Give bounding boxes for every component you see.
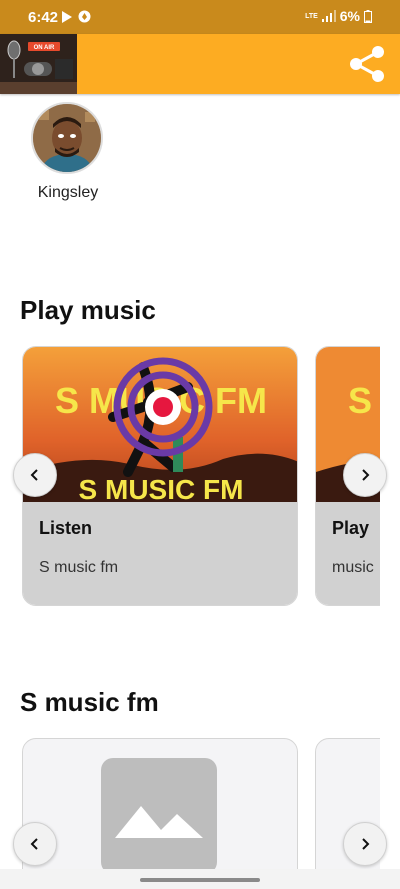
carousel-next-button-2[interactable]	[343, 822, 387, 866]
card-play-title: Play	[332, 518, 370, 538]
signal-icon	[321, 10, 336, 22]
profile[interactable]: Kingsley	[28, 102, 108, 202]
share-button[interactable]	[346, 42, 390, 86]
play-icon	[62, 10, 72, 23]
status-notification-icons	[62, 10, 91, 23]
card-listen-subtitle: S music fm	[39, 559, 119, 576]
s-music-fm-carousel[interactable]	[20, 738, 380, 869]
radio-studio-logo[interactable]: ON AIR	[0, 34, 77, 94]
app-bar: ON AIR	[0, 34, 400, 94]
card-play-subtitle: music	[332, 559, 374, 576]
chevron-left-icon	[30, 469, 38, 481]
section-title-play-music: Play music	[20, 295, 156, 325]
play-music-carousel[interactable]: S MUSIC FM S MUSIC FM Listen S music fm …	[20, 346, 380, 606]
carousel-next-button[interactable]	[343, 453, 387, 497]
status-time: 6:42	[28, 9, 59, 26]
image-placeholder-icon	[101, 758, 217, 869]
s-music-fm-card[interactable]	[22, 738, 298, 869]
svg-text:ON AIR: ON AIR	[34, 45, 55, 51]
carousel-prev-button-2[interactable]	[13, 822, 57, 866]
battery-icon	[364, 9, 372, 23]
section-title-s-music-fm: S music fm	[20, 687, 159, 717]
card-listen-title: Listen	[39, 518, 93, 538]
card-listen-body: Listen S music fm	[23, 502, 297, 605]
card-play-body: Play music	[316, 502, 380, 605]
profile-name: Kingsley	[37, 184, 99, 201]
carousel-prev-button[interactable]	[13, 453, 57, 497]
avatar[interactable]	[31, 102, 103, 174]
lte-indicator: LTE	[305, 12, 318, 20]
svg-text:S MUSIC FM: S MUSIC FM	[79, 474, 244, 502]
card-listen-image: S MUSIC FM S MUSIC FM	[23, 347, 297, 502]
share-icon	[350, 46, 384, 82]
card-listen[interactable]: S MUSIC FM S MUSIC FM Listen S music fm	[22, 346, 298, 606]
status-right: LTE 6%	[305, 8, 372, 24]
battery-percent: 6%	[339, 8, 360, 24]
chevron-left-icon	[30, 838, 38, 850]
home-gesture-bar[interactable]	[140, 878, 260, 882]
chevron-right-icon	[362, 838, 370, 850]
app-notification-icon	[78, 10, 91, 23]
status-bar: 6:42 LTE 6%	[0, 0, 400, 34]
svg-text:S: S	[348, 380, 372, 421]
chevron-right-icon	[362, 469, 370, 481]
